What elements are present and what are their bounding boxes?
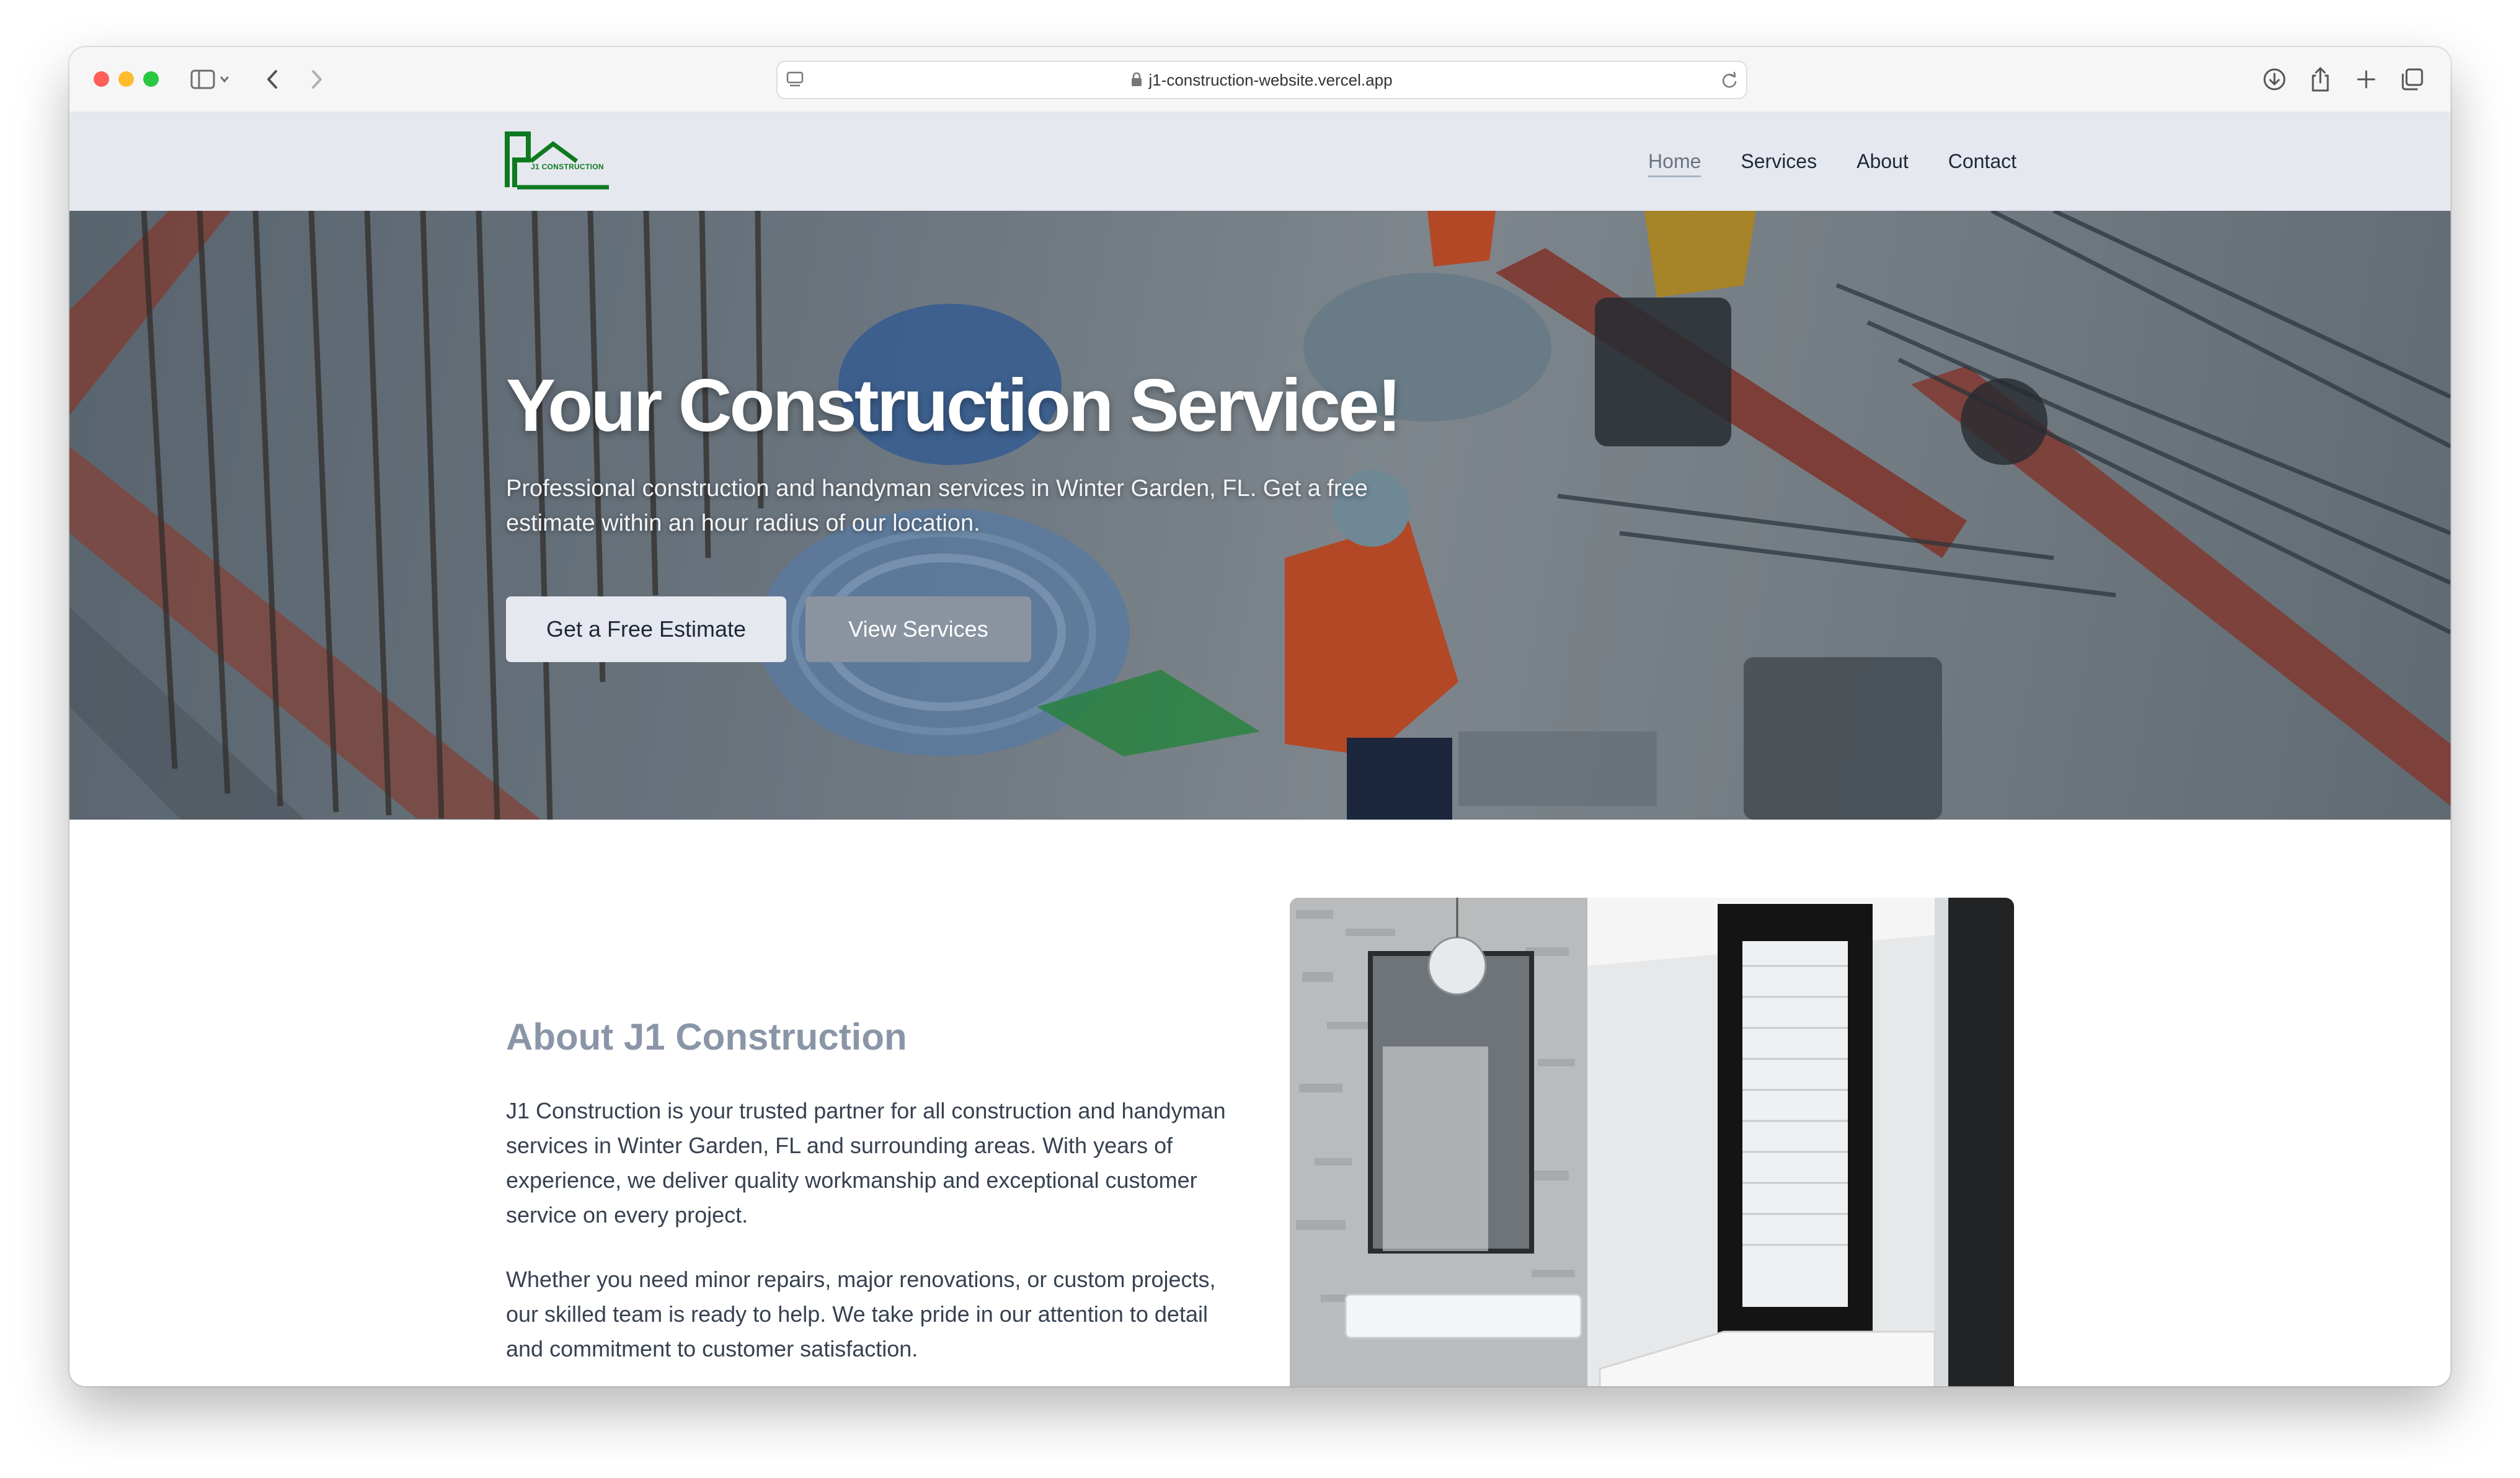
share-icon[interactable] xyxy=(2304,63,2336,95)
forward-icon[interactable] xyxy=(300,63,332,95)
tab-overview-icon[interactable] xyxy=(2396,63,2428,95)
nav-contact-link[interactable]: Contact xyxy=(1948,150,2016,173)
main-nav: Home Services About Contact xyxy=(1648,112,2016,211)
new-tab-icon[interactable] xyxy=(2350,63,2382,95)
zoom-window-button[interactable] xyxy=(143,71,159,87)
browser-window: j1-construction-website.vercel.app J1 CO… xyxy=(69,47,2451,1386)
hero-subtitle: Professional construction and handyman s… xyxy=(506,476,1368,536)
j1-construction-logo[interactable]: J1 CONSTRUCTION xyxy=(504,130,615,191)
view-services-button[interactable]: View Services xyxy=(805,596,1031,662)
sidebar-toggle-icon[interactable] xyxy=(185,63,237,95)
lock-icon xyxy=(1131,63,1142,99)
hero-section: Your Construction Service! Professional … xyxy=(69,211,2451,820)
reload-icon[interactable] xyxy=(1719,69,1740,94)
about-paragraph: Whether you need minor repairs, major re… xyxy=(506,1267,1216,1361)
get-free-estimate-button[interactable]: Get a Free Estimate xyxy=(506,596,786,662)
bathroom-photo xyxy=(1290,898,2014,1386)
minimize-window-button[interactable] xyxy=(118,71,134,87)
url-text: j1-construction-website.vercel.app xyxy=(1148,71,1393,89)
browser-toolbar: j1-construction-website.vercel.app xyxy=(69,47,2451,113)
nav-home-link[interactable]: Home xyxy=(1648,150,1701,177)
close-window-button[interactable] xyxy=(94,71,109,87)
address-bar[interactable]: j1-construction-website.vercel.app xyxy=(776,61,1747,99)
logo-wordmark: J1 CONSTRUCTION xyxy=(531,162,604,171)
about-paragraph: J1 Construction is your trusted partner … xyxy=(506,1098,1226,1228)
back-icon[interactable] xyxy=(257,63,289,95)
hero-title: Your Construction Service! xyxy=(506,364,1402,447)
url-display: j1-construction-website.vercel.app xyxy=(778,62,1746,98)
site-header: J1 CONSTRUCTION Home Services About Cont… xyxy=(69,112,2451,211)
nav-about-link[interactable]: About xyxy=(1857,150,1909,173)
downloads-icon[interactable] xyxy=(2258,63,2291,95)
nav-services-link[interactable]: Services xyxy=(1741,150,1817,173)
about-heading: About J1 Construction xyxy=(506,1016,907,1058)
